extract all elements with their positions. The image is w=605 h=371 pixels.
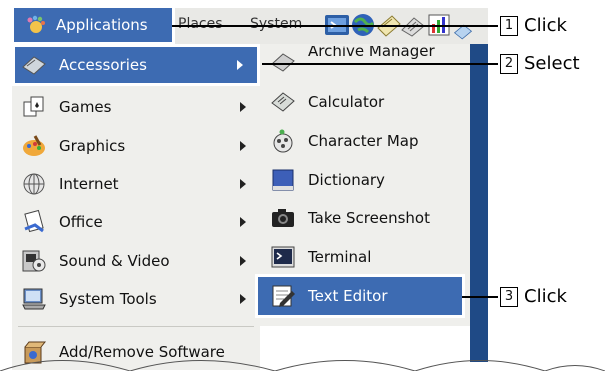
callout-2-label: Select <box>524 53 580 74</box>
submenu-arrow-icon <box>240 256 246 266</box>
submenu-arrow-icon <box>240 102 246 112</box>
menu-item-office[interactable]: Office <box>12 204 260 240</box>
system-menu[interactable]: System <box>250 16 302 32</box>
menu-item-sound-video[interactable]: Sound & Video <box>12 243 260 279</box>
applications-label: Applications <box>56 16 148 34</box>
places-menu[interactable]: Places <box>178 16 223 32</box>
camera-icon <box>272 209 294 227</box>
dictionary-icon <box>272 169 294 191</box>
menu-item-label: Text Editor <box>308 287 388 305</box>
callout-3-label: Click <box>524 286 567 307</box>
applications-menu-button[interactable]: Applications <box>11 5 175 45</box>
menu-item-label: Take Screenshot <box>308 209 430 227</box>
graphics-icon <box>23 135 45 156</box>
menu-item-accessories[interactable]: Accessories <box>12 44 260 86</box>
accessories-submenu: Archive Manager Calculator Character Map… <box>255 44 470 326</box>
menu-item-label: Calculator <box>308 93 385 111</box>
menu-item-take-screenshot[interactable]: Take Screenshot <box>260 200 470 236</box>
applications-menu: Accessories Games Graphics Internet Offi… <box>12 44 260 370</box>
internet-icon <box>23 173 45 195</box>
bottom-torn-edge <box>0 360 605 371</box>
menu-separator <box>18 326 254 327</box>
gnome-foot-icon <box>27 15 45 33</box>
archive-icon <box>271 53 295 72</box>
menu-item-system-tools[interactable]: System Tools <box>12 281 260 317</box>
submenu-arrow-icon <box>240 217 246 227</box>
menu-item-label: Games <box>59 98 112 116</box>
text-editor-icon <box>272 285 295 307</box>
submenu-arrow-icon <box>240 294 246 304</box>
menu-item-label: Internet <box>59 175 119 193</box>
menu-item-calculator[interactable]: Calculator <box>260 84 470 120</box>
menu-item-games[interactable]: Games <box>12 89 260 125</box>
menu-item-archive-manager[interactable]: Archive Manager <box>260 46 470 76</box>
submenu-arrow-icon <box>240 141 246 151</box>
menu-item-terminal[interactable]: Terminal <box>260 239 470 275</box>
office-icon <box>24 209 44 233</box>
terminal-icon <box>271 246 295 268</box>
menu-item-label: Accessories <box>59 56 147 74</box>
menu-item-label: Sound & Video <box>59 252 170 270</box>
submenu-arrow-icon <box>237 60 243 70</box>
character-map-icon <box>273 129 293 153</box>
menu-item-dictionary[interactable]: Dictionary <box>260 162 470 198</box>
menu-item-internet[interactable]: Internet <box>12 166 260 202</box>
menu-item-label: Dictionary <box>308 171 385 189</box>
menu-item-label: Terminal <box>308 248 372 266</box>
callout-1-label: Click <box>524 15 567 36</box>
menu-item-label: Character Map <box>308 132 419 150</box>
menu-item-label: Archive Manager <box>308 46 435 60</box>
callout-2-number: 2 <box>500 54 518 74</box>
callout-3-leader <box>462 296 498 298</box>
menu-item-graphics[interactable]: Graphics <box>12 128 260 164</box>
callout-1-number: 1 <box>500 16 518 36</box>
menu-item-label: Graphics <box>59 137 126 155</box>
callout-3-number: 3 <box>500 287 518 307</box>
menu-item-label: System Tools <box>59 290 157 308</box>
calculator-icon <box>271 92 295 112</box>
system-tools-icon <box>22 288 46 310</box>
games-icon <box>23 96 44 117</box>
callout-1-leader <box>172 25 498 27</box>
callout-2-leader <box>262 63 498 65</box>
submenu-arrow-icon <box>240 179 246 189</box>
desktop-background <box>470 44 488 362</box>
menu-item-label: Office <box>59 213 103 231</box>
menu-item-text-editor[interactable]: Text Editor <box>255 274 465 318</box>
accessories-icon <box>22 56 46 75</box>
sound-video-icon <box>22 250 46 272</box>
menu-item-character-map[interactable]: Character Map <box>260 123 470 159</box>
